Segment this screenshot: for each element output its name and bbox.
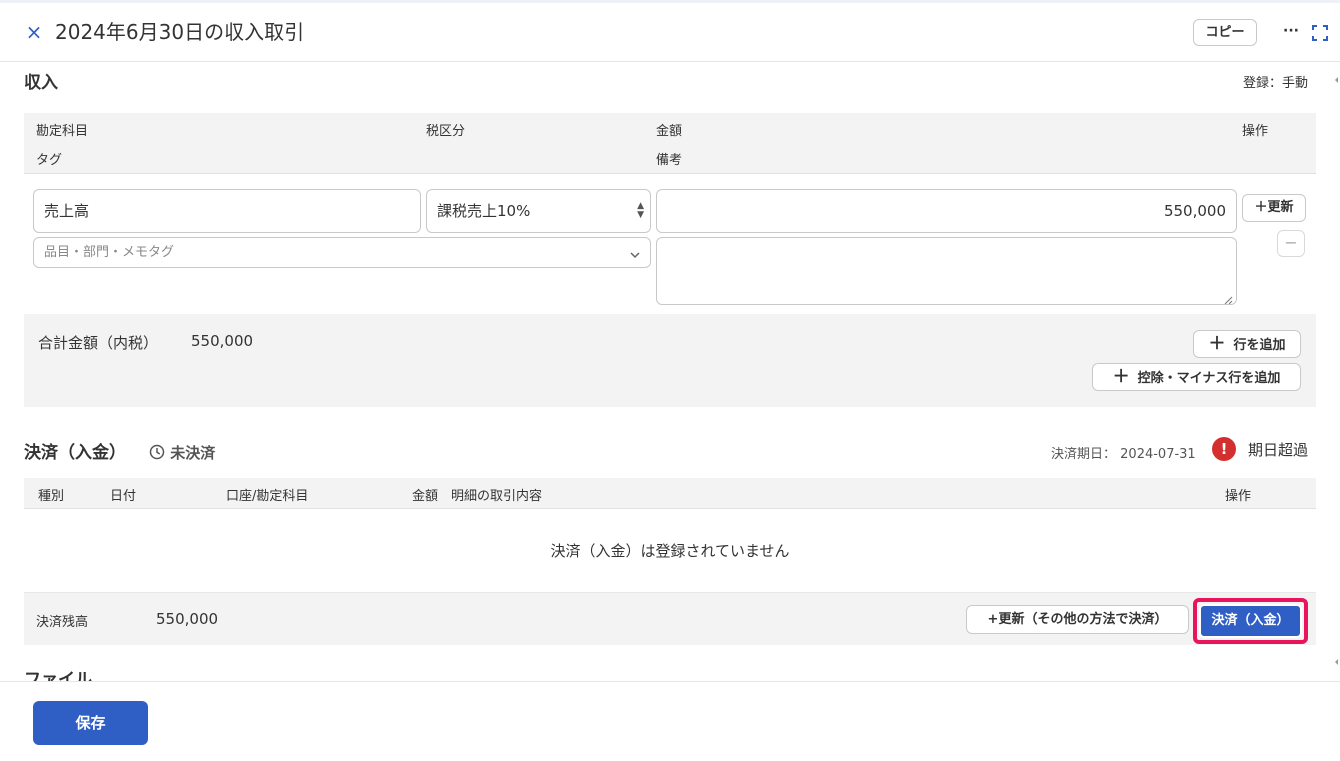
total-panel: 合計金額（内税） 550,000 ＋ 行を追加 ＋ 控除・マイナス行を追加 [24,314,1316,407]
modal-header: × 2024年6月30日の収入取引 コピー ··· [0,3,1340,62]
header-account: 勘定科目 [36,124,89,139]
account-input[interactable]: 売上高 [33,189,421,233]
balance-panel: 決済残高 550,000 +更新（その他の方法で決済） 決済（入金） [24,592,1316,645]
plus-icon: ＋ [1208,334,1226,354]
column-date: 日付 [110,489,137,504]
remove-row-button[interactable]: − [1277,230,1305,257]
modal-footer: 保存 [0,681,1340,761]
add-deduction-row-button[interactable]: ＋ 控除・マイナス行を追加 [1092,363,1301,391]
save-button[interactable]: 保存 [33,701,148,745]
files-section-title: ファイル [24,670,92,681]
settlement-section-title: 決済（入金） [24,443,126,463]
settle-payment-button[interactable]: 決済（入金） [1199,604,1302,638]
empty-settlement-message: 決済（入金）は登録されていません [550,542,790,560]
header-tax: 税区分 [426,124,466,139]
column-amount: 金額 [412,489,439,504]
copy-button[interactable]: コピー [1193,19,1257,46]
more-options-icon[interactable]: ··· [1280,21,1302,43]
column-type: 種別 [38,489,65,504]
plus-icon: ＋ [1112,367,1130,387]
income-table-header: 勘定科目 税区分 金額 操作 タグ 備考 [24,113,1316,174]
row-update-button[interactable]: ＋更新 [1242,194,1306,222]
chevron-down-icon [628,244,642,259]
column-action: 操作 [1225,489,1252,504]
header-amount: 金額 [656,124,683,139]
page-title: 2024年6月30日の収入取引 [55,20,305,44]
due-value: 2024-07-31 [1120,447,1196,462]
tag-input[interactable]: 品目・部門・メモタグ [33,237,651,268]
header-action: 操作 [1242,124,1269,139]
resize-handle-icon[interactable] [1223,291,1233,305]
overdue-label: 期日超過 [1248,441,1309,459]
total-value: 550,000 [191,332,254,350]
tax-select-value: 課税売上10% [437,202,531,220]
expand-icon[interactable] [1311,24,1329,42]
pay-button-highlight: 決済（入金） [1193,598,1308,644]
modal-body[interactable]: 収入 登録：手動 勘定科目 税区分 金額 操作 タグ 備考 売上高 課税売上10… [0,62,1340,681]
balance-label: 決済残高 [36,615,89,630]
add-row-label: 行を追加 [1233,338,1286,353]
column-detail: 明細の取引内容 [451,489,543,504]
header-tag: タグ [36,153,63,168]
other-method-settle-button[interactable]: +更新（その他の方法で決済） [966,605,1189,634]
balance-value: 550,000 [156,610,219,628]
income-section-title: 収入 [24,73,58,93]
add-deduction-label: 控除・マイナス行を追加 [1137,371,1281,386]
registration-type: 登録：手動 [1243,76,1309,91]
due-date: 決済期日： 2024-07-31 [1051,443,1196,462]
memo-textarea[interactable] [656,237,1237,305]
select-arrows-icon: ▲ ▼ [637,201,644,220]
total-label: 合計金額（内税） [38,334,159,352]
close-icon[interactable]: × [24,20,44,44]
tax-select[interactable]: 課税売上10% ▲ ▼ [426,189,651,233]
column-account: 口座/勘定科目 [226,489,309,504]
settlement-status: 未決済 [149,442,215,463]
due-label: 決済期日： [1051,447,1117,462]
tag-input-placeholder: 品目・部門・メモタグ [44,245,175,260]
clock-icon [149,444,165,460]
alert-icon: ! [1212,437,1236,461]
add-row-button[interactable]: ＋ 行を追加 [1193,330,1301,358]
amount-input[interactable]: 550,000 [656,189,1237,233]
settlement-status-text: 未決済 [170,444,216,462]
header-memo: 備考 [656,153,683,168]
scrollbar[interactable] [1333,62,1340,681]
settlement-table-header: 種別 日付 口座/勘定科目 金額 明細の取引内容 操作 [24,478,1316,509]
